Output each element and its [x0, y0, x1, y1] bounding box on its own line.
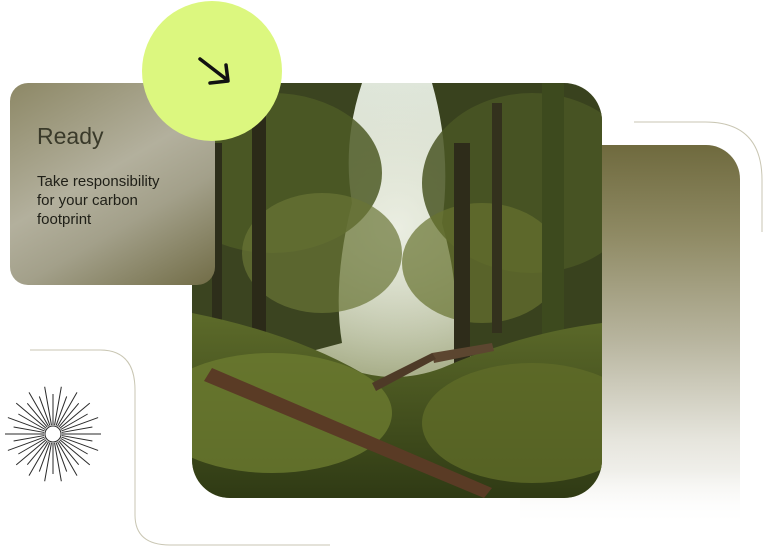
sunburst-ray: [61, 426, 93, 433]
sunburst-ray: [13, 426, 45, 433]
sunburst-ray: [61, 435, 93, 442]
sunburst-ray: [55, 396, 68, 426]
sunburst-ray: [13, 435, 45, 442]
sunburst-icon: [5, 386, 101, 482]
sunburst-ray: [38, 442, 51, 472]
forest-image: [192, 83, 602, 498]
card-description: Take responsibility for your carbon foot…: [37, 173, 160, 228]
arrow-down-right-icon: [198, 57, 230, 85]
arrow-button[interactable]: [142, 1, 282, 141]
sunburst-ray: [55, 442, 68, 472]
sunburst-ray: [38, 396, 51, 426]
